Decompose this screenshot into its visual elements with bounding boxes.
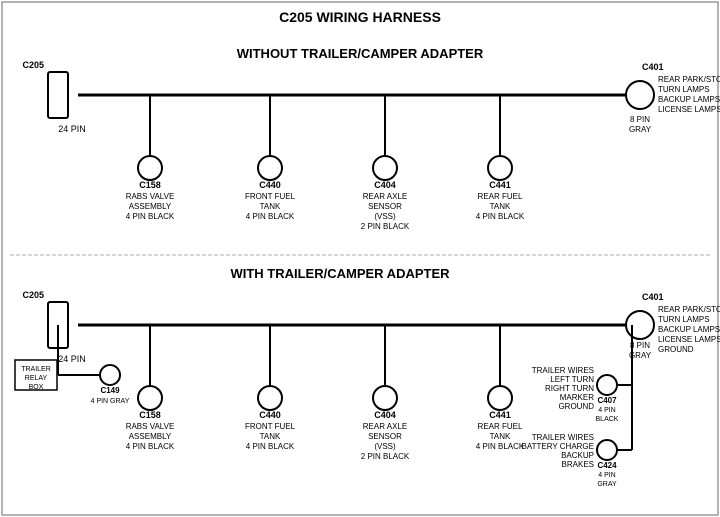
c440-2-desc2: TANK xyxy=(260,432,281,441)
c205-pin-1: 24 PIN xyxy=(58,124,86,134)
c158-2-desc3: 4 PIN BLACK xyxy=(126,442,175,451)
diagram-title: C205 WIRING HARNESS xyxy=(279,9,441,25)
c158-2-desc2: ASSEMBLY xyxy=(129,432,172,441)
c441-2-desc2: TANK xyxy=(490,432,511,441)
c404-connector-2 xyxy=(373,386,397,410)
c424-desc2: BATTERY CHARGE xyxy=(522,442,594,451)
c404-2-desc2: SENSOR xyxy=(368,432,402,441)
c407-connector xyxy=(597,375,617,395)
wiring-diagram: C205 WIRING HARNESS WITHOUT TRAILER/CAMP… xyxy=(0,0,720,517)
c401-label-1: C401 xyxy=(642,62,664,72)
c441-id-1: C441 xyxy=(489,180,511,190)
c404-desc2: SENSOR xyxy=(368,202,402,211)
c205-label-1: C205 xyxy=(22,60,44,70)
c404-2-desc4: 2 PIN BLACK xyxy=(361,452,410,461)
c205-connector-1 xyxy=(48,72,68,118)
c407-desc3: RIGHT TURN xyxy=(545,384,594,393)
c401-desc-2: TURN LAMPS xyxy=(658,85,710,94)
c401-label-2: C401 xyxy=(642,292,664,302)
c401-pin-1: 8 PIN xyxy=(630,115,650,124)
c407-color: BLACK xyxy=(596,416,619,423)
c149-connector xyxy=(100,365,120,385)
c158-desc3: 4 PIN BLACK xyxy=(126,212,175,221)
c424-connector xyxy=(597,440,617,460)
c404-desc1: REAR AXLE xyxy=(363,192,407,201)
c158-connector-1 xyxy=(138,156,162,180)
c149-pin: 4 PIN GRAY xyxy=(91,398,130,405)
c158-connector-2 xyxy=(138,386,162,410)
c440-id-2: C440 xyxy=(259,410,281,420)
c440-2-desc1: FRONT FUEL xyxy=(245,422,296,431)
c404-id-2: C404 xyxy=(374,410,396,420)
c424-desc4: BRAKES xyxy=(562,460,594,469)
c401-desc-1: REAR PARK/STOP xyxy=(658,75,720,84)
c407-desc5: GROUND xyxy=(558,402,594,411)
c424-pin: 4 PIN xyxy=(598,472,616,479)
c407-desc2: LEFT TURN xyxy=(550,375,594,384)
c401-2-desc2: TURN LAMPS xyxy=(658,315,710,324)
c401-connector-1 xyxy=(626,81,654,109)
trailer-relay-label3: BOX xyxy=(29,384,44,391)
c424-desc1: TRAILER WIRES xyxy=(532,433,594,442)
c407-desc4: MARKER xyxy=(560,393,594,402)
c158-desc2: ASSEMBLY xyxy=(129,202,172,211)
c401-pin-2: 8 PIN xyxy=(630,341,650,350)
c440-desc1: FRONT FUEL xyxy=(245,192,296,201)
c205-label-2: C205 xyxy=(22,290,44,300)
section1-label: WITHOUT TRAILER/CAMPER ADAPTER xyxy=(237,46,484,61)
c401-2-desc3: BACKUP LAMPS xyxy=(658,325,720,334)
c441-connector-2 xyxy=(488,386,512,410)
c407-pin: 4 PIN xyxy=(598,407,616,414)
c441-desc2: TANK xyxy=(490,202,511,211)
c407-label: C407 xyxy=(597,396,617,405)
c401-desc-4: LICENSE LAMPS xyxy=(658,105,720,114)
c404-id-1: C404 xyxy=(374,180,396,190)
c424-desc3: BACKUP xyxy=(561,451,594,460)
c441-desc3: 4 PIN BLACK xyxy=(476,212,525,221)
c407-desc1: TRAILER WIRES xyxy=(532,366,594,375)
c440-connector-1 xyxy=(258,156,282,180)
c404-2-desc3: (VSS) xyxy=(374,442,396,451)
c404-desc4: 2 PIN BLACK xyxy=(361,222,410,231)
c401-2-desc4: LICENSE LAMPS xyxy=(658,335,720,344)
c158-id-2: C158 xyxy=(139,410,161,420)
trailer-relay-label1: TRAILER xyxy=(21,366,51,373)
c440-desc2: TANK xyxy=(260,202,281,211)
c158-desc1: RABS VALVE xyxy=(126,192,175,201)
c424-color: GRAY xyxy=(597,481,617,488)
c441-desc1: REAR FUEL xyxy=(478,192,523,201)
c205-pin-2: 24 PIN xyxy=(58,354,86,364)
section2-label: WITH TRAILER/CAMPER ADAPTER xyxy=(230,266,450,281)
c440-desc3: 4 PIN BLACK xyxy=(246,212,295,221)
c441-connector-1 xyxy=(488,156,512,180)
c440-2-desc3: 4 PIN BLACK xyxy=(246,442,295,451)
c404-connector-1 xyxy=(373,156,397,180)
c440-id-1: C440 xyxy=(259,180,281,190)
c158-2-desc1: RABS VALVE xyxy=(126,422,175,431)
c401-2-desc1: REAR PARK/STOP xyxy=(658,305,720,314)
c404-2-desc1: REAR AXLE xyxy=(363,422,407,431)
c440-connector-2 xyxy=(258,386,282,410)
c149-label: C149 xyxy=(100,386,120,395)
c401-connector-2 xyxy=(626,311,654,339)
c158-id-1: C158 xyxy=(139,180,161,190)
c404-desc3: (VSS) xyxy=(374,212,396,221)
trailer-relay-label2: RELAY xyxy=(25,375,48,382)
c401-desc-3: BACKUP LAMPS xyxy=(658,95,720,104)
c401-2-desc5: GROUND xyxy=(658,345,694,354)
c401-gray-1: GRAY xyxy=(629,125,652,134)
c441-id-2: C441 xyxy=(489,410,511,420)
c441-2-desc1: REAR FUEL xyxy=(478,422,523,431)
c441-2-desc3: 4 PIN BLACK xyxy=(476,442,525,451)
c424-label: C424 xyxy=(597,461,617,470)
